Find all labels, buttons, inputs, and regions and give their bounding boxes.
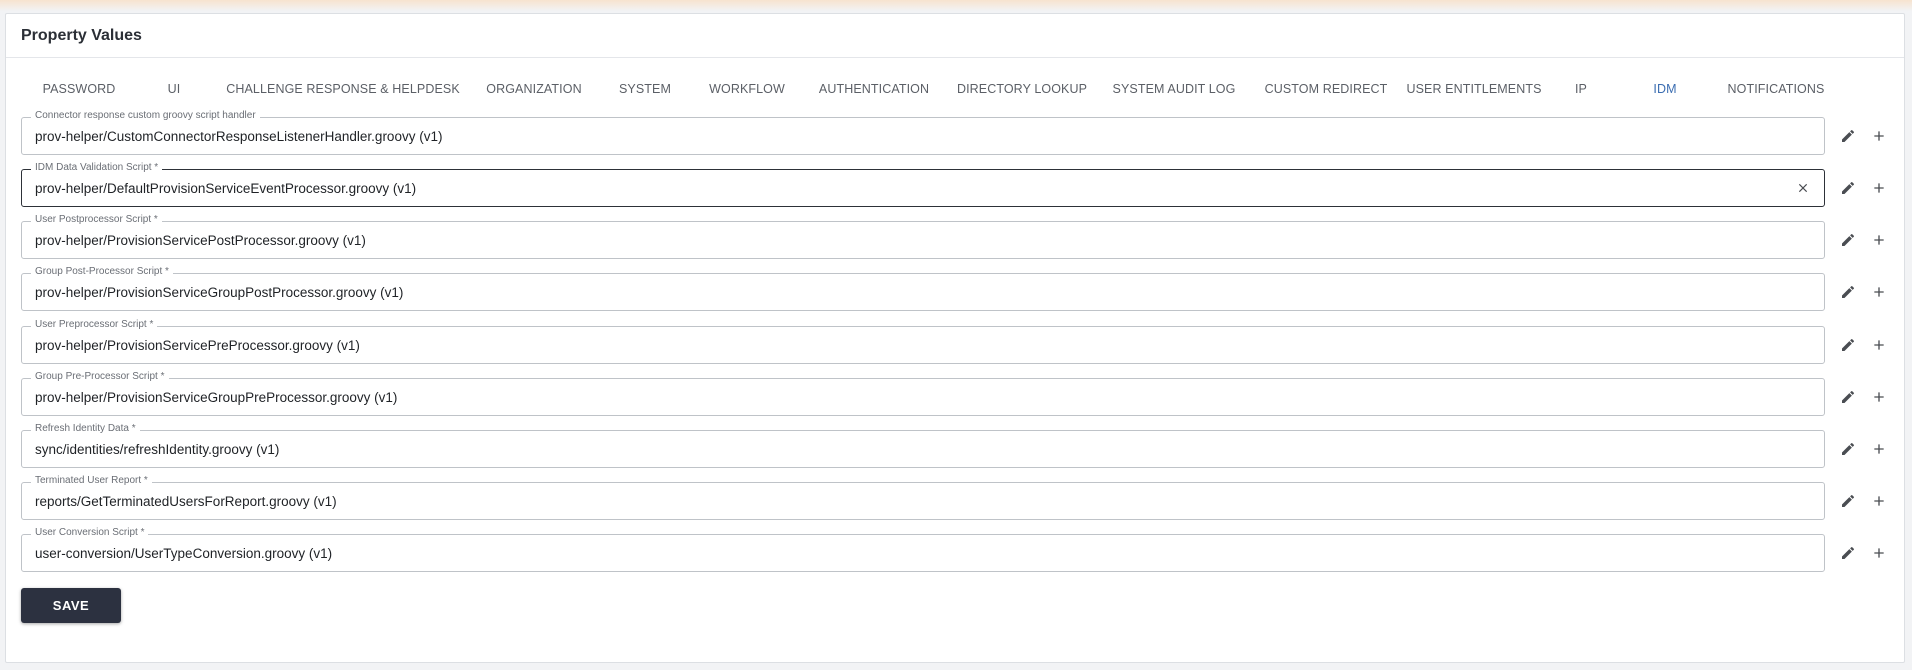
tab-ip[interactable]: IP — [1536, 58, 1626, 119]
save-button[interactable]: SAVE — [21, 588, 121, 623]
idm-data-validation-field[interactable]: IDM Data Validation Script * prov-helper… — [21, 162, 1825, 207]
field-row-group-preprocessor: Group Pre-Processor Script * prov-helper… — [21, 371, 1901, 416]
field-value: prov-helper/ProvisionServicePreProcessor… — [35, 338, 360, 353]
tab-idm[interactable]: IDM — [1620, 58, 1710, 119]
group-preprocessor-field[interactable]: Group Pre-Processor Script * prov-helper… — [21, 371, 1825, 416]
plus-icon[interactable] — [1869, 282, 1889, 302]
field-value: prov-helper/ProvisionServiceGroupPostPro… — [35, 285, 404, 300]
pencil-icon[interactable] — [1838, 543, 1858, 563]
pencil-icon[interactable] — [1838, 335, 1858, 355]
pencil-icon[interactable] — [1838, 491, 1858, 511]
plus-icon[interactable] — [1869, 230, 1889, 250]
pencil-icon[interactable] — [1838, 126, 1858, 146]
plus-icon[interactable] — [1869, 543, 1889, 563]
tab-organization[interactable]: ORGANIZATION — [470, 58, 598, 119]
field-row-user-conversion: User Conversion Script * user-conversion… — [21, 527, 1901, 572]
user-preprocessor-field[interactable]: User Preprocessor Script * prov-helper/P… — [21, 319, 1825, 364]
refresh-identity-field[interactable]: Refresh Identity Data * sync/identities/… — [21, 423, 1825, 468]
pencil-icon[interactable] — [1838, 230, 1858, 250]
connector-response-handler-field[interactable]: Connector response custom groovy script … — [21, 110, 1825, 155]
plus-icon[interactable] — [1869, 178, 1889, 198]
field-row-group-postprocessor: Group Post-Processor Script * prov-helpe… — [21, 266, 1901, 311]
pencil-icon[interactable] — [1838, 178, 1858, 198]
tab-custom-redirect[interactable]: CUSTOM REDIRECT — [1246, 58, 1406, 119]
group-postprocessor-field[interactable]: Group Post-Processor Script * prov-helpe… — [21, 266, 1825, 311]
property-values-panel: Property Values PASSWORD UI CHALLENGE RE… — [5, 13, 1905, 663]
plus-icon[interactable] — [1869, 335, 1889, 355]
terminated-user-report-field[interactable]: Terminated User Report * reports/GetTerm… — [21, 475, 1825, 520]
tab-bar: PASSWORD UI CHALLENGE RESPONSE & HELPDES… — [6, 58, 1904, 119]
tab-workflow[interactable]: WORKFLOW — [692, 58, 802, 119]
field-row-terminated-user-report: Terminated User Report * reports/GetTerm… — [21, 475, 1901, 520]
pencil-icon[interactable] — [1838, 439, 1858, 459]
plus-icon[interactable] — [1869, 387, 1889, 407]
tab-system-audit-log[interactable]: SYSTEM AUDIT LOG — [1092, 58, 1256, 119]
close-icon[interactable] — [1794, 179, 1812, 197]
field-value: prov-helper/ProvisionServiceGroupPreProc… — [35, 390, 398, 405]
pencil-icon[interactable] — [1838, 282, 1858, 302]
field-row-refresh-identity: Refresh Identity Data * sync/identities/… — [21, 423, 1901, 468]
field-value: prov-helper/ProvisionServicePostProcesso… — [35, 233, 366, 248]
pencil-icon[interactable] — [1838, 387, 1858, 407]
tab-notifications[interactable]: NOTIFICATIONS — [1706, 58, 1846, 119]
user-conversion-field[interactable]: User Conversion Script * user-conversion… — [21, 527, 1825, 572]
field-value: user-conversion/UserTypeConversion.groov… — [35, 546, 333, 561]
field-value: sync/identities/refreshIdentity.groovy (… — [35, 442, 280, 457]
field-value: prov-helper/CustomConnectorResponseListe… — [35, 129, 443, 144]
field-value: prov-helper/DefaultProvisionServiceEvent… — [35, 181, 417, 196]
tab-directory-lookup[interactable]: DIRECTORY LOOKUP — [936, 58, 1108, 119]
field-value: reports/GetTerminatedUsersForReport.groo… — [35, 494, 337, 509]
plus-icon[interactable] — [1869, 126, 1889, 146]
panel-title: Property Values — [6, 14, 1904, 58]
field-row-user-postprocessor: User Postprocessor Script * prov-helper/… — [21, 214, 1901, 259]
plus-icon[interactable] — [1869, 439, 1889, 459]
top-accent-bar — [0, 0, 1912, 11]
field-row-connector-response-handler: Connector response custom groovy script … — [21, 110, 1901, 155]
user-postprocessor-field[interactable]: User Postprocessor Script * prov-helper/… — [21, 214, 1825, 259]
field-row-user-preprocessor: User Preprocessor Script * prov-helper/P… — [21, 319, 1901, 364]
tab-authentication[interactable]: AUTHENTICATION — [802, 58, 946, 119]
tab-system[interactable]: SYSTEM — [602, 58, 688, 119]
field-row-idm-data-validation: IDM Data Validation Script * prov-helper… — [21, 162, 1901, 207]
plus-icon[interactable] — [1869, 491, 1889, 511]
